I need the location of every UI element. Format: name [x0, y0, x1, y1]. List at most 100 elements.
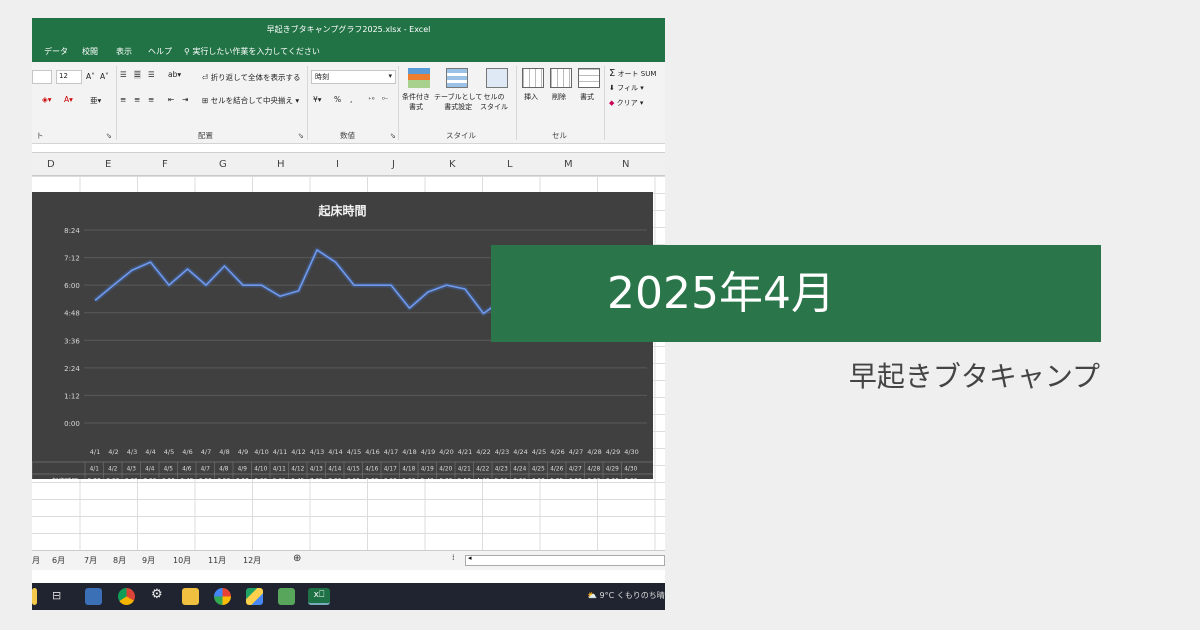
decrease-decimal-icon[interactable]: ⁰⁻ — [382, 96, 389, 104]
align-bottom-icon[interactable]: ☰ — [148, 70, 155, 79]
task-view-icon[interactable]: ⊟ — [52, 589, 61, 602]
cell-styles-icon[interactable] — [486, 68, 508, 88]
column-header[interactable]: F — [162, 159, 168, 170]
sheet-tab[interactable]: 8月 — [113, 555, 126, 566]
horizontal-scrollbar[interactable]: ◂ — [465, 554, 665, 566]
data-table-header: 4/9 — [238, 467, 248, 473]
align-left-icon[interactable]: ≡ — [120, 95, 126, 104]
percent-button[interactable]: % — [334, 95, 341, 104]
column-header[interactable]: H — [277, 159, 285, 170]
x-tick-label: 4/19 — [421, 448, 436, 456]
y-tick-label: 8:24 — [64, 227, 80, 235]
currency-icon[interactable]: ¥▾ — [313, 95, 322, 104]
decrease-indent-icon[interactable]: ⇤ — [168, 95, 174, 104]
sheet-tab[interactable]: 12月 — [243, 555, 261, 566]
format-button[interactable]: 書式 — [580, 92, 594, 102]
data-table-value: 6:39 — [125, 479, 138, 480]
google-photos-icon[interactable] — [214, 588, 231, 605]
settings-icon[interactable]: ⚙ — [151, 587, 163, 602]
separator — [398, 66, 399, 140]
add-sheet-icon[interactable]: ⊕ — [293, 553, 301, 564]
delete-cells-icon[interactable] — [550, 68, 572, 88]
grow-font-icon[interactable]: A˄ — [86, 72, 95, 81]
lightbulb-icon: ⚲ — [184, 47, 190, 56]
column-header[interactable]: N — [622, 159, 629, 170]
taskbar: ⊟ ⚙ x⎕ ⛅ 9°C くもりのち晴 — [32, 583, 665, 610]
format-cells-icon[interactable] — [578, 68, 600, 88]
clear-button[interactable]: ◆ クリア ▾ — [609, 98, 643, 108]
comma-button[interactable]: , — [350, 95, 352, 104]
data-table-header: 4/22 — [476, 467, 489, 473]
x-tick-label: 4/2 — [108, 448, 118, 456]
font-color-icon[interactable]: A▾ — [64, 95, 73, 104]
photos-app-icon[interactable] — [85, 588, 102, 605]
orientation-icon[interactable]: ab▾ — [168, 70, 181, 79]
sheet-tab[interactable]: 9月 — [142, 555, 155, 566]
format-as-table-button[interactable]: テーブルとして 書式設定 — [434, 92, 482, 112]
fill-button[interactable]: ⬇ フィル ▾ — [609, 83, 644, 93]
sheet-tab[interactable]: 月 — [32, 555, 40, 566]
column-header[interactable]: L — [507, 159, 513, 170]
x-tick-label: 4/13 — [310, 448, 325, 456]
conditional-format-icon[interactable] — [408, 68, 430, 88]
menu-data[interactable]: データ — [44, 46, 68, 57]
excel-taskbar-icon[interactable]: x⎕ — [308, 588, 330, 605]
format-as-table-icon[interactable] — [446, 68, 468, 88]
column-header[interactable]: D — [47, 159, 55, 170]
column-header[interactable]: E — [105, 159, 111, 170]
data-table-header: 4/29 — [606, 467, 619, 473]
separator — [116, 66, 117, 140]
weather-widget[interactable]: ⛅ 9°C くもりのち晴 — [587, 590, 665, 601]
file-explorer-icon[interactable] — [182, 588, 199, 605]
column-header[interactable]: I — [336, 159, 339, 170]
menu-view[interactable]: 表示 — [116, 46, 132, 57]
x-tick-label: 4/16 — [365, 448, 380, 456]
column-header[interactable]: J — [392, 159, 395, 170]
chrome-icon[interactable] — [118, 588, 135, 605]
number-dialog-icon[interactable]: ⬂ — [390, 132, 396, 140]
column-header[interactable]: G — [219, 159, 227, 170]
tell-me-search[interactable]: ⚲ 実行したい作業を入力してください — [184, 46, 320, 57]
autosum-button[interactable]: Σ オート SUM — [609, 68, 656, 79]
wrap-icon: ⏎ — [202, 73, 211, 82]
insert-button[interactable]: 挿入 — [524, 92, 538, 102]
menu-help[interactable]: ヘルプ — [148, 46, 172, 57]
x-tick-label: 4/8 — [219, 448, 229, 456]
shrink-font-icon[interactable]: A˅ — [100, 72, 109, 81]
align-middle-icon[interactable]: ☰ — [134, 70, 141, 79]
align-center-icon[interactable]: ≡ — [134, 95, 140, 104]
font-dialog-icon[interactable]: ⬂ — [106, 132, 112, 140]
conditional-format-button[interactable]: 条件付き 書式 — [402, 92, 430, 112]
scroll-options-icon[interactable]: ⁞ — [452, 553, 455, 562]
alignment-dialog-icon[interactable]: ⬂ — [298, 132, 304, 140]
align-top-icon[interactable]: ☰ — [120, 70, 127, 79]
sheet-tab[interactable]: 7月 — [84, 555, 97, 566]
merge-center-button[interactable]: ⊞ セルを結合して中央揃え ▾ — [202, 95, 299, 106]
increase-indent-icon[interactable]: ⇥ — [182, 95, 188, 104]
cell-styles-button[interactable]: セルの スタイル — [480, 92, 508, 112]
tell-me-label: 実行したい作業を入力してください — [192, 47, 320, 56]
align-right-icon[interactable]: ≡ — [148, 95, 154, 104]
ribbon: 12 A˄ A˅ ◈▾ A▾ 亜▾ ト ⬂ ☰ ☰ ☰ ab▾ ⏎ 折り返して全… — [32, 62, 665, 144]
column-header[interactable]: M — [564, 159, 573, 170]
data-table-header: 4/26 — [550, 467, 563, 473]
menu-review[interactable]: 校閲 — [82, 46, 98, 57]
increase-decimal-icon[interactable]: ⁺⁰ — [368, 96, 375, 104]
sheet-tab[interactable]: 10月 — [173, 555, 191, 566]
font-size-box[interactable]: 12 — [56, 70, 82, 84]
number-format-dropdown[interactable]: 時刻 ▾ — [311, 70, 396, 84]
font-name-box[interactable] — [32, 70, 52, 84]
column-header[interactable]: K — [449, 159, 456, 170]
sheet-tab[interactable]: 11月 — [208, 555, 226, 566]
sheet-tab[interactable]: 6月 — [52, 555, 65, 566]
fill-color-icon[interactable]: ◈▾ — [42, 95, 52, 104]
scroll-left-icon[interactable]: ◂ — [468, 554, 472, 562]
phonetic-icon[interactable]: 亜▾ — [90, 95, 101, 106]
delete-button[interactable]: 削除 — [552, 92, 566, 102]
start-icon[interactable] — [32, 588, 37, 605]
insert-cells-icon[interactable] — [522, 68, 544, 88]
data-table-header: 4/20 — [439, 467, 452, 473]
wrap-text-button[interactable]: ⏎ 折り返して全体を表示する — [202, 72, 300, 83]
google-drive-icon[interactable] — [246, 588, 263, 605]
app-icon[interactable] — [278, 588, 295, 605]
